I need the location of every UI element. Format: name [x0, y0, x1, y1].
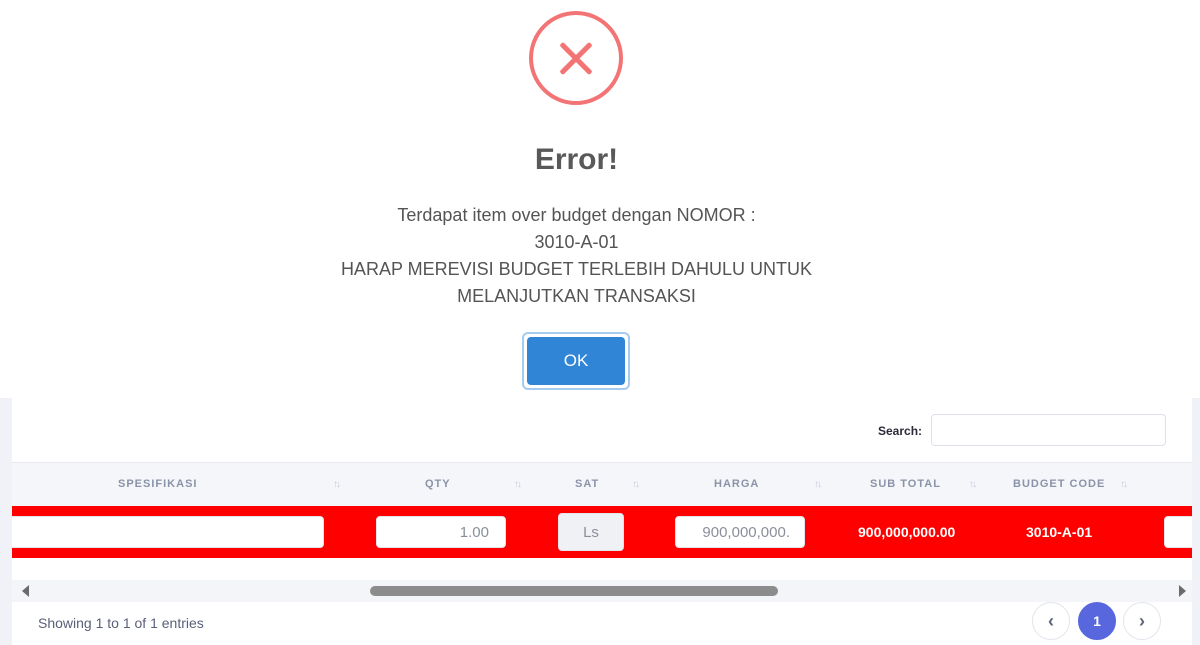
column-header-qty[interactable]: QTY — [425, 478, 451, 490]
sort-icon[interactable]: ↑↓ — [632, 479, 640, 490]
horizontal-scrollbar[interactable] — [12, 580, 1192, 602]
column-header-budget-code[interactable]: BUDGET CODE — [1013, 478, 1105, 490]
ok-button-focus-ring: OK — [522, 332, 630, 390]
dialog-message-line: MELANJUTKAN TRANSAKSI — [457, 286, 696, 306]
pagination-next-button[interactable]: › — [1123, 602, 1161, 640]
chevron-right-icon: › — [1139, 610, 1145, 631]
harga-input[interactable]: 900,000,000. — [675, 516, 805, 548]
sort-icon[interactable]: ↑↓ — [333, 479, 341, 490]
action-input[interactable] — [1164, 516, 1192, 548]
budget-code-value: 3010-A-01 — [1026, 524, 1093, 540]
spesifikasi-input[interactable] — [12, 516, 324, 548]
search-label: Search: — [878, 424, 923, 438]
scroll-right-arrow-icon[interactable] — [1179, 585, 1186, 597]
table-row: 1.00 Ls 900,000,000. 900,000,000.00 3010… — [12, 506, 1192, 558]
scrollbar-thumb[interactable] — [370, 586, 778, 596]
dialog-title: Error! — [534, 143, 619, 176]
sort-icon[interactable]: ↑↓ — [1120, 479, 1128, 490]
dialog-message: Terdapat item over budget dengan NOMOR :… — [0, 202, 1153, 310]
right-background-strip — [1192, 398, 1200, 645]
scroll-left-arrow-icon[interactable] — [22, 585, 29, 597]
sort-icon[interactable]: ↑↓ — [814, 479, 822, 490]
dialog-message-line: Terdapat item over budget dengan NOMOR : — [397, 205, 756, 225]
column-header-sub-total[interactable]: SUB TOTAL — [870, 478, 941, 490]
column-header-spesifikasi[interactable]: SPESIFIKASI — [118, 478, 197, 490]
dialog-message-line: HARAP MEREVISI BUDGET TERLEBIH DAHULU UN… — [340, 259, 813, 279]
pagination-page-button[interactable]: 1 — [1078, 602, 1116, 640]
sort-icon[interactable]: ↑↓ — [514, 479, 522, 490]
error-dialog: Error! Terdapat item over budget dengan … — [0, 0, 1200, 398]
table-header: SPESIFIKASI ↑↓ QTY ↑↓ SAT ↑↓ HARGA ↑↓ SU… — [12, 462, 1192, 506]
sort-icon[interactable]: ↑↓ — [969, 479, 977, 490]
page: Search: SPESIFIKASI ↑↓ QTY ↑↓ SAT ↑↓ HAR… — [0, 0, 1200, 645]
qty-input[interactable]: 1.00 — [376, 516, 506, 548]
error-x-icon — [529, 11, 623, 105]
ok-button[interactable]: OK — [527, 337, 625, 385]
sat-input[interactable]: Ls — [558, 513, 624, 551]
column-header-harga[interactable]: HARGA — [714, 478, 759, 490]
pagination-prev-button[interactable]: ‹ — [1032, 602, 1070, 640]
dialog-message-line: 3010-A-01 — [534, 232, 619, 252]
left-background-strip — [0, 398, 12, 645]
search-input[interactable] — [931, 414, 1166, 446]
table-info: Showing 1 to 1 of 1 entries — [38, 615, 204, 631]
chevron-left-icon: ‹ — [1048, 610, 1054, 631]
sub-total-value: 900,000,000.00 — [858, 524, 956, 540]
column-header-sat[interactable]: SAT — [575, 478, 599, 490]
